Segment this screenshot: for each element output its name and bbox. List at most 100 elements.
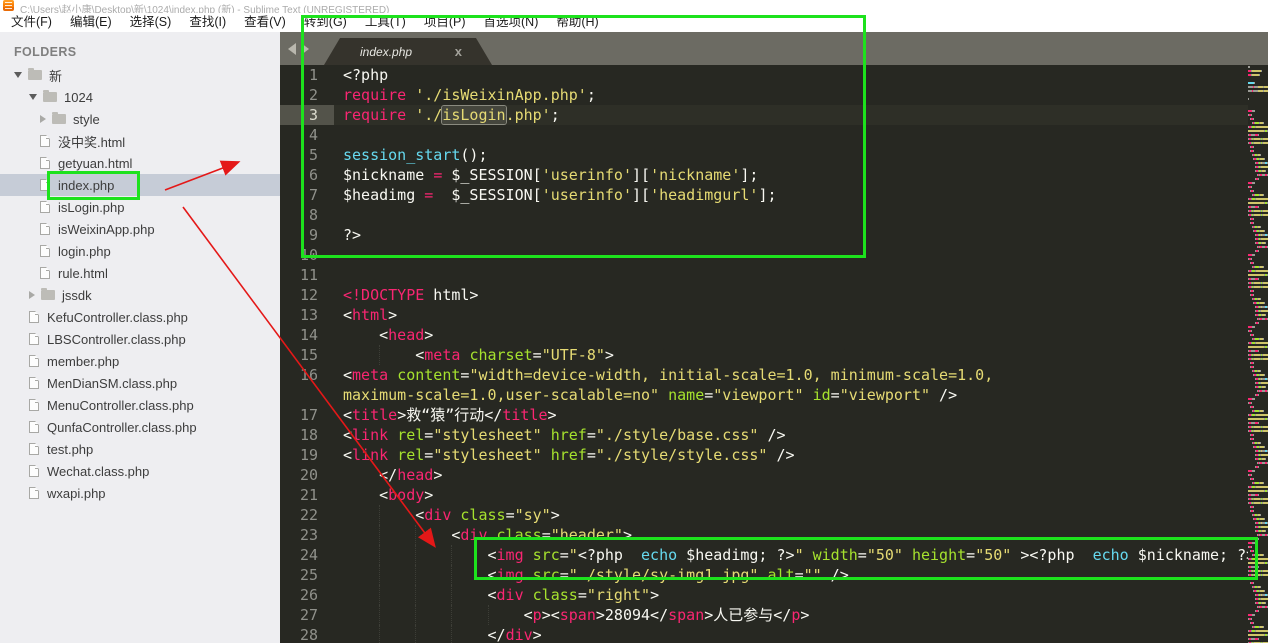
code-line[interactable]: 8	[280, 205, 1268, 225]
code-line[interactable]: 21 <body>	[280, 485, 1268, 505]
code-line[interactable]: 25 <img src="./style/sy-img1.jpg" alt="" …	[280, 565, 1268, 585]
sidebar-item-login.php[interactable]: login.php	[0, 240, 280, 262]
code-line[interactable]: 20 </head>	[280, 465, 1268, 485]
code-line[interactable]: 12 <!DOCTYPE html>	[280, 285, 1268, 305]
line-number[interactable]: 22	[280, 505, 334, 525]
line-number[interactable]: 2	[280, 85, 334, 105]
code-line[interactable]: 10	[280, 245, 1268, 265]
menu-item-帮助h[interactable]: 帮助(H)	[547, 13, 607, 32]
line-number[interactable]: 3	[280, 105, 334, 125]
line-number[interactable]: 24	[280, 545, 334, 565]
code-token: ><	[541, 606, 560, 624]
code-line[interactable]: 19 <link rel="stylesheet" href="./style/s…	[280, 445, 1268, 465]
line-number[interactable]: 25	[280, 565, 334, 585]
code-line[interactable]: 3 require './isLogin.php';	[280, 105, 1268, 125]
code-line[interactable]: 28 </div>	[280, 625, 1268, 643]
code-line[interactable]: 5 session_start();	[280, 145, 1268, 165]
line-number[interactable]: 9	[280, 225, 334, 245]
sidebar-item-wechat.class.php[interactable]: Wechat.class.php	[0, 460, 280, 482]
line-number[interactable]: 13	[280, 305, 334, 325]
menu-item-工具t[interactable]: 工具(T)	[356, 13, 415, 32]
menu-item-首选项n[interactable]: 首选项(N)	[475, 13, 548, 32]
code-line[interactable]: 1 <?php	[280, 65, 1268, 85]
sidebar-item-member.php[interactable]: member.php	[0, 350, 280, 372]
sidebar-item-islogin.php[interactable]: isLogin.php	[0, 196, 280, 218]
sidebar-item-wxapi.php[interactable]: wxapi.php	[0, 482, 280, 504]
menu-item-文件f[interactable]: 文件(F)	[2, 13, 61, 32]
prev-tab-icon[interactable]	[288, 43, 296, 55]
chevron-right-icon[interactable]	[40, 115, 46, 123]
code-line[interactable]: maximum-scale=1.0,user-scalable=no" name…	[280, 385, 1268, 405]
line-number[interactable]: 7	[280, 185, 334, 205]
code-line[interactable]: 14 <head>	[280, 325, 1268, 345]
code-line[interactable]: 13 <html>	[280, 305, 1268, 325]
code-line[interactable]: 27 <p><span>28094</span>人已参与</p>	[280, 605, 1268, 625]
line-number[interactable]: 17	[280, 405, 334, 425]
line-number[interactable]: 1	[280, 65, 334, 85]
line-number[interactable]: 10	[280, 245, 334, 265]
minimap[interactable]	[1248, 65, 1268, 643]
sidebar-item-index.php[interactable]: index.php	[0, 174, 280, 196]
sidebar-item-没中奖.html[interactable]: 没中奖.html	[0, 130, 280, 152]
chevron-down-icon[interactable]	[29, 94, 37, 100]
sidebar-item-jssdk[interactable]: jssdk	[0, 284, 280, 306]
menu-item-项目p[interactable]: 项目(P)	[415, 13, 475, 32]
code-line[interactable]: 18 <link rel="stylesheet" href="./style/b…	[280, 425, 1268, 445]
line-number[interactable]: 4	[280, 125, 334, 145]
code-line[interactable]: 4	[280, 125, 1268, 145]
line-number[interactable]	[280, 385, 334, 405]
line-number[interactable]: 23	[280, 525, 334, 545]
sidebar-item-menucontroller.class.php[interactable]: MenuController.class.php	[0, 394, 280, 416]
line-number[interactable]: 5	[280, 145, 334, 165]
line-number[interactable]: 27	[280, 605, 334, 625]
sidebar-item-kefucontroller.class.php[interactable]: KefuController.class.php	[0, 306, 280, 328]
line-number[interactable]: 15	[280, 345, 334, 365]
line-number[interactable]: 18	[280, 425, 334, 445]
sidebar-item-rule.html[interactable]: rule.html	[0, 262, 280, 284]
line-number[interactable]: 8	[280, 205, 334, 225]
line-number[interactable]: 26	[280, 585, 334, 605]
line-number[interactable]: 28	[280, 625, 334, 643]
code-line[interactable]: 11	[280, 265, 1268, 285]
menu-item-查找i[interactable]: 查找(I)	[180, 13, 235, 32]
code-line[interactable]: 7 $headimg = $_SESSION['userinfo']['headi…	[280, 185, 1268, 205]
code-token: div	[424, 506, 452, 524]
code-line[interactable]: 24 <img src="<?php echo $headimg; ?>" wid…	[280, 545, 1268, 565]
sidebar-item-mendiansm.class.php[interactable]: MenDianSM.class.php	[0, 372, 280, 394]
line-number[interactable]: 16	[280, 365, 334, 385]
menu-item-查看v[interactable]: 查看(V)	[235, 13, 295, 32]
tab-close-icon[interactable]: x	[455, 45, 462, 58]
code-line[interactable]: 15 <meta charset="UTF-8">	[280, 345, 1268, 365]
code-line[interactable]: 26 <div class="right">	[280, 585, 1268, 605]
menu-item-编辑e[interactable]: 编辑(E)	[61, 13, 121, 32]
code-line[interactable]: 16 <meta content="width=device-width, ini…	[280, 365, 1268, 385]
code-line[interactable]: 17 <title>救“猿”行动</title>	[280, 405, 1268, 425]
chevron-right-icon[interactable]	[29, 291, 35, 299]
tab-index-php[interactable]: index.php x	[324, 38, 492, 65]
menu-item-选择s[interactable]: 选择(S)	[121, 13, 181, 32]
line-number[interactable]: 20	[280, 465, 334, 485]
sidebar-item-isweixinapp.php[interactable]: isWeixinApp.php	[0, 218, 280, 240]
sidebar-item-getyuan.html[interactable]: getyuan.html	[0, 152, 280, 174]
line-number[interactable]: 6	[280, 165, 334, 185]
code-area[interactable]: 1 <?php 2 require './isWeixinApp.php'; 3 requ…	[280, 65, 1268, 643]
line-number[interactable]: 14	[280, 325, 334, 345]
sidebar-item-style[interactable]: style	[0, 108, 280, 130]
sidebar-item-qunfacontroller.class.php[interactable]: QunfaController.class.php	[0, 416, 280, 438]
line-number[interactable]: 19	[280, 445, 334, 465]
code-line[interactable]: 23 <div class="header">	[280, 525, 1268, 545]
code-line[interactable]: 2 require './isWeixinApp.php';	[280, 85, 1268, 105]
line-number[interactable]: 12	[280, 285, 334, 305]
chevron-down-icon[interactable]	[14, 72, 22, 78]
line-number[interactable]: 21	[280, 485, 334, 505]
code-line[interactable]: 6 $nickname = $_SESSION['userinfo']['nick…	[280, 165, 1268, 185]
sidebar-item-新[interactable]: 新	[0, 64, 280, 86]
code-line[interactable]: 22 <div class="sy">	[280, 505, 1268, 525]
sidebar-item-test.php[interactable]: test.php	[0, 438, 280, 460]
sidebar-item-1024[interactable]: 1024	[0, 86, 280, 108]
line-number[interactable]: 11	[280, 265, 334, 285]
menu-item-转到g[interactable]: 转到(G)	[295, 13, 356, 32]
next-tab-icon[interactable]	[301, 43, 309, 55]
code-line[interactable]: 9 ?>	[280, 225, 1268, 245]
sidebar-item-lbscontroller.class.php[interactable]: LBSController.class.php	[0, 328, 280, 350]
